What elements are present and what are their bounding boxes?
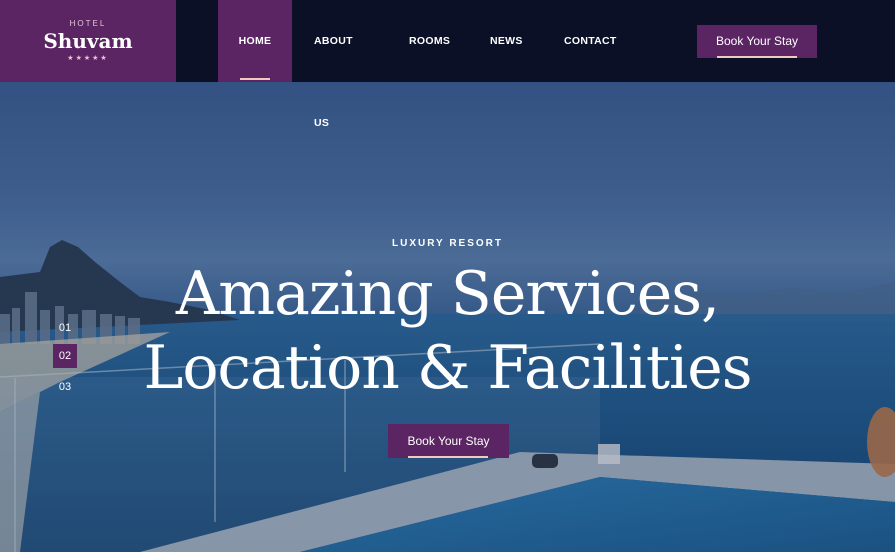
logo-stars: ★★★★★ (67, 55, 109, 62)
nav-item-home[interactable]: HOME (218, 0, 292, 82)
active-indicator (240, 78, 270, 80)
headline-line-1: Amazing Services, (175, 259, 720, 329)
hero-headline: Amazing Services, Location & Facilities (0, 257, 895, 405)
site-header: HOTEL Shuvam ★★★★★ HOME ABOUT US ROOMS N… (0, 0, 895, 129)
hero-book-label: Book Your Stay (407, 434, 490, 448)
button-underline (408, 456, 488, 458)
nav-item-label: NEWS (490, 35, 523, 47)
nav-item-about-us[interactable]: ABOUT US (314, 0, 353, 129)
hero-book-button[interactable]: Book Your Stay (388, 424, 509, 458)
header-book-label: Book Your Stay (715, 34, 799, 48)
nav-item-news[interactable]: NEWS (490, 0, 523, 82)
nav-item-rooms[interactable]: ROOMS (409, 0, 450, 82)
logo[interactable]: HOTEL Shuvam ★★★★★ (0, 0, 176, 82)
nav-item-label: ROOMS (409, 35, 451, 47)
nav-item-label: HOME (238, 35, 272, 47)
nav-item-contact[interactable]: CONTACT (564, 0, 617, 82)
header-book-button[interactable]: Book Your Stay (697, 25, 817, 58)
page: HOTEL Shuvam ★★★★★ HOME ABOUT US ROOMS N… (0, 0, 895, 552)
headline-line-2: Location & Facilities (143, 333, 752, 403)
hero-section: 01 02 03 LUXURY RESORT Amazing Services,… (0, 82, 895, 552)
nav-item-label: CONTACT (564, 35, 617, 47)
hero-eyebrow: LUXURY RESORT (391, 238, 503, 249)
logo-hotel-label: HOTEL (69, 19, 107, 28)
logo-name: Shuvam (43, 29, 133, 53)
button-underline (717, 56, 797, 58)
